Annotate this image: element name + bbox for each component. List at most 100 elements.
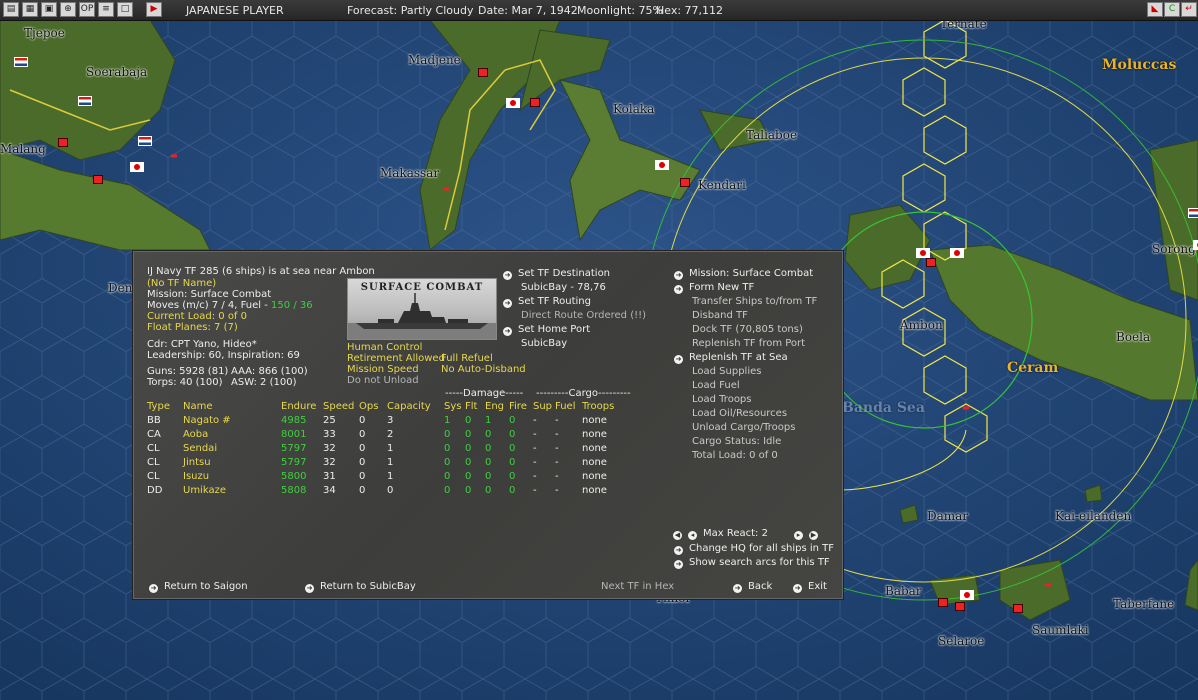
set-routing-button[interactable]: ➜ Set TF Routing xyxy=(503,295,591,308)
cell-type: CA xyxy=(147,428,161,440)
table-row[interactable]: CL Sendai 5797 32 0 1 0 0 0 0 - - none xyxy=(147,441,622,455)
exit-icon[interactable]: ↵ xyxy=(1181,2,1197,17)
auto-disband-toggle[interactable]: No Auto-Disband xyxy=(441,363,526,376)
dock-tf-button[interactable]: Dock TF (70,805 tons) xyxy=(692,323,803,336)
set-destination-button[interactable]: ➜ Set TF Destination xyxy=(503,267,610,280)
japanese-flag-icon[interactable] xyxy=(506,98,520,108)
load-supplies-button[interactable]: Load Supplies xyxy=(692,365,761,378)
target-icon[interactable]: ⊕ xyxy=(60,2,76,17)
dutch-flag-icon[interactable] xyxy=(14,57,28,67)
play-icon[interactable]: ▶ xyxy=(146,2,162,17)
unit-counter-icon[interactable] xyxy=(93,175,103,184)
ship-icon[interactable]: ▬ xyxy=(170,152,184,160)
cell-name[interactable]: Jintsu xyxy=(183,455,281,469)
ship-icon[interactable]: ▬ xyxy=(1044,581,1058,589)
col-eng[interactable]: Eng xyxy=(485,399,509,413)
col-type[interactable]: Type xyxy=(147,399,183,413)
dutch-flag-icon[interactable] xyxy=(78,96,92,106)
unit-counter-icon[interactable] xyxy=(680,178,690,187)
do-not-unload-toggle[interactable]: Do not Unload xyxy=(347,374,419,387)
table-row[interactable]: CL Jintsu 5797 32 0 1 0 0 0 0 - - none xyxy=(147,455,622,469)
search-arcs-button[interactable]: ➜ Show search arcs for this TF xyxy=(674,556,830,569)
disband-tf-button[interactable]: Disband TF xyxy=(692,309,748,322)
double-left-arrow-icon[interactable]: ◀ xyxy=(673,531,682,540)
japanese-flag-icon[interactable] xyxy=(916,248,930,258)
double-right-arrow-icon[interactable]: ▶ xyxy=(808,531,818,540)
cell-name[interactable]: Aoba xyxy=(183,427,281,441)
col-speed[interactable]: Speed xyxy=(323,399,359,413)
moonlight-label: Moonlight: 75% xyxy=(577,4,663,17)
unit-counter-icon[interactable] xyxy=(58,138,68,147)
return-saigon-button[interactable]: ➜ Return to Saigon xyxy=(149,580,248,593)
arrow-right-icon: ➜ xyxy=(305,584,314,593)
japanese-flag-icon[interactable] xyxy=(1193,240,1198,250)
col-name[interactable]: Name xyxy=(183,399,281,413)
unit-counter-icon[interactable] xyxy=(955,602,965,611)
load-oil-button[interactable]: Load Oil/Resources xyxy=(692,407,787,420)
cell-name[interactable]: Umikaze xyxy=(183,483,281,497)
load-troops-button[interactable]: Load Troops xyxy=(692,393,752,406)
dutch-flag-icon[interactable] xyxy=(138,136,152,146)
right-arrow-icon[interactable]: ▸ xyxy=(793,531,803,540)
menu-icon[interactable]: ▤ xyxy=(3,2,19,17)
cell-name[interactable]: Isuzu xyxy=(183,469,281,483)
ship-icon[interactable]: ▬ xyxy=(443,185,457,193)
load-fuel-button[interactable]: Load Fuel xyxy=(692,379,740,392)
unit-counter-icon[interactable] xyxy=(530,98,540,107)
map-label-malang: Malang xyxy=(0,142,46,156)
change-hq-button[interactable]: ➜ Change HQ for all ships in TF xyxy=(674,542,834,555)
ship-icon[interactable]: ▬ xyxy=(962,404,976,412)
unload-cargo-button[interactable]: Unload Cargo/Troops xyxy=(692,421,795,434)
japanese-flag-icon[interactable] xyxy=(655,160,669,170)
return-subic-button[interactable]: ➜ Return to SubicBay xyxy=(305,580,416,593)
window-icon[interactable]: □ xyxy=(117,2,133,17)
map-icon[interactable]: ▦ xyxy=(22,2,38,17)
col-ops[interactable]: Ops xyxy=(359,399,387,413)
unit-counter-icon[interactable] xyxy=(926,258,936,267)
unit-counter-icon[interactable] xyxy=(938,598,948,607)
replenish-sea-button[interactable]: ➜ Replenish TF at Sea xyxy=(674,351,788,364)
mission-button[interactable]: ➜ Mission: Surface Combat xyxy=(674,267,813,280)
japanese-flag-icon[interactable] xyxy=(130,162,144,172)
arrow-right-icon: ➜ xyxy=(503,299,512,308)
list-icon[interactable]: ≡ xyxy=(98,2,114,17)
col-sup[interactable]: Sup xyxy=(533,399,555,413)
back-button[interactable]: ➜ Back xyxy=(733,580,772,593)
unit-counter-icon[interactable] xyxy=(1013,604,1023,613)
cell-name[interactable]: Sendai xyxy=(183,441,281,455)
group-icon[interactable]: ▣ xyxy=(41,2,57,17)
transfer-ships-button[interactable]: Transfer Ships to/from TF xyxy=(692,295,817,308)
replenish-port-button[interactable]: Replenish TF from Port xyxy=(692,337,805,350)
col-sys[interactable]: Sys xyxy=(444,399,465,413)
col-flt[interactable]: Flt xyxy=(465,399,485,413)
next-tf-button[interactable]: Next TF in Hex xyxy=(601,580,674,593)
cell-endure: 8001 xyxy=(281,428,307,440)
col-fuel[interactable]: Fuel xyxy=(555,399,582,413)
table-row[interactable]: DD Umikaze 5808 34 0 0 0 0 0 0 - - none xyxy=(147,483,622,497)
table-row[interactable]: CA Aoba 8001 33 0 2 0 0 0 0 - - none xyxy=(147,427,622,441)
table-row[interactable]: BB Nagato #4985 25 0 3 1 0 1 0 - - none xyxy=(147,413,622,427)
flag-icon[interactable]: ◣ xyxy=(1147,2,1163,17)
japanese-flag-icon[interactable] xyxy=(960,590,974,600)
cell-troops: none xyxy=(582,414,607,426)
cell-speed: 25 xyxy=(323,414,336,426)
japanese-flag-icon[interactable] xyxy=(950,248,964,258)
dutch-flag-icon[interactable] xyxy=(1188,208,1198,218)
cell-name[interactable]: Nagato # xyxy=(183,413,281,427)
form-new-tf-button[interactable]: ➜ Form New TF xyxy=(674,281,754,294)
unit-counter-icon[interactable] xyxy=(478,68,488,77)
cell-eng: 0 xyxy=(485,456,492,468)
cell-capacity: 1 xyxy=(387,456,394,468)
cell-endure: 5797 xyxy=(281,456,307,468)
col-troops[interactable]: Troops xyxy=(582,399,622,413)
ops-icon[interactable]: OP xyxy=(79,2,95,17)
col-capacity[interactable]: Capacity xyxy=(387,399,444,413)
check-icon[interactable]: C xyxy=(1164,2,1180,17)
left-arrow-icon[interactable]: ◂ xyxy=(688,531,697,540)
col-endure[interactable]: Endure xyxy=(281,399,323,413)
table-row[interactable]: CL Isuzu 5800 31 0 1 0 0 0 0 - - none xyxy=(147,469,622,483)
col-fire[interactable]: Fire xyxy=(509,399,533,413)
ship-table: Type Name Endure Speed Ops Capacity Sys … xyxy=(147,399,622,497)
exit-button[interactable]: ➜ Exit xyxy=(793,580,827,593)
set-home-port-button[interactable]: ➜ Set Home Port xyxy=(503,323,590,336)
